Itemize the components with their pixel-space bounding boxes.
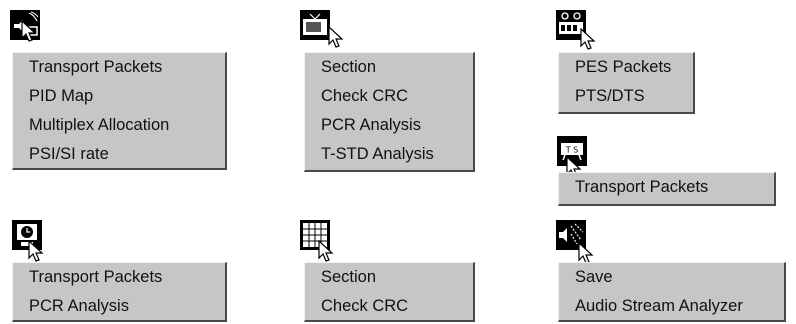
menu-3: PES Packets PTS/DTS (558, 52, 695, 114)
svg-text:T S: T S (565, 146, 579, 155)
menu-7: Save Audio Stream Analyzer (558, 262, 786, 322)
menu-item-multiplex-allocation[interactable]: Multiplex Allocation (13, 111, 225, 140)
menu-item-transport-packets[interactable]: Transport Packets (13, 263, 225, 292)
menu-item-transport-packets[interactable]: Transport Packets (559, 173, 774, 202)
cursor-arrow-icon (21, 20, 37, 42)
tv-icon[interactable] (300, 10, 330, 40)
menu-4: Transport Packets (558, 172, 776, 206)
menu-item-pes-packets[interactable]: PES Packets (559, 53, 693, 82)
cursor-arrow-icon (328, 26, 344, 48)
menu-item-psi-si-rate[interactable]: PSI/SI rate (13, 140, 225, 169)
menu-item-check-crc[interactable]: Check CRC (305, 82, 473, 111)
menu-item-check-crc[interactable]: Check CRC (305, 292, 473, 321)
cursor-arrow-icon (580, 28, 596, 50)
menu-item-t-std-analysis[interactable]: T-STD Analysis (305, 140, 473, 169)
menu-6: Section Check CRC (304, 262, 475, 322)
menu-item-pcr-analysis[interactable]: PCR Analysis (305, 111, 473, 140)
cursor-arrow-icon (28, 240, 44, 262)
menu-item-pts-dts[interactable]: PTS/DTS (559, 82, 693, 111)
cursor-arrow-icon (318, 240, 334, 262)
menu-item-pcr-analysis[interactable]: PCR Analysis (13, 292, 225, 321)
menu-item-save[interactable]: Save (559, 263, 784, 292)
menu-item-pid-map[interactable]: PID Map (13, 82, 225, 111)
menu-item-section[interactable]: Section (305, 263, 473, 292)
menu-item-transport-packets[interactable]: Transport Packets (13, 53, 225, 82)
menu-item-section[interactable]: Section (305, 53, 473, 82)
menu-item-audio-stream-analyzer[interactable]: Audio Stream Analyzer (559, 292, 784, 321)
menu-1: Transport Packets PID Map Multiplex Allo… (12, 52, 227, 170)
menu-2: Section Check CRC PCR Analysis T-STD Ana… (304, 52, 475, 172)
menu-5: Transport Packets PCR Analysis (12, 262, 227, 322)
